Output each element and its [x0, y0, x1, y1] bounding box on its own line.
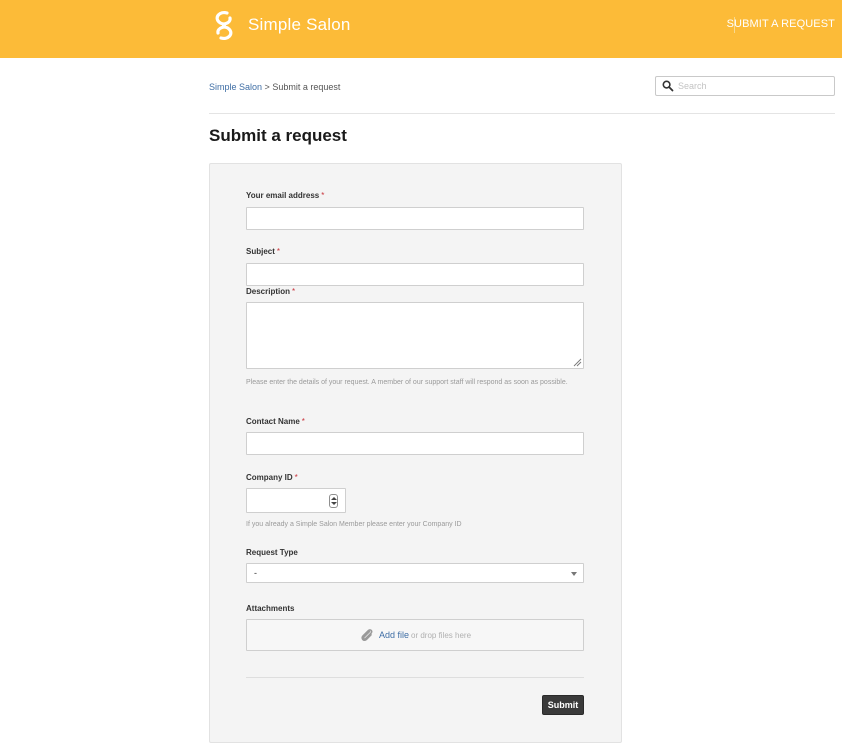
brand-name[interactable]: Simple Salon	[248, 15, 351, 35]
subject-field-wrapper	[246, 263, 584, 286]
paperclip-icon	[361, 629, 373, 642]
company-id-field[interactable]	[247, 489, 327, 512]
contact-name-field-wrapper	[246, 432, 584, 455]
submit-request-nav-link[interactable]: SUBMIT A REQUEST	[727, 18, 835, 30]
email-label: Your email address *	[246, 191, 325, 200]
contact-name-field[interactable]	[247, 433, 583, 454]
description-hint: Please enter the details of your request…	[246, 379, 568, 386]
subject-field[interactable]	[247, 264, 583, 285]
request-type-label: Request Type	[246, 548, 298, 557]
form-footer-divider	[246, 677, 584, 678]
request-type-selected-value: -	[254, 568, 257, 578]
required-mark: *	[321, 191, 325, 200]
required-mark: *	[294, 473, 298, 482]
attachments-dropzone[interactable]: Add file or drop files here	[246, 619, 584, 651]
description-field-wrapper	[246, 302, 584, 369]
company-id-hint: If you already a Simple Salon Member ple…	[246, 521, 462, 528]
stepper-up-icon[interactable]	[331, 497, 337, 500]
search-icon	[662, 80, 674, 92]
company-id-label: Company ID *	[246, 473, 298, 482]
breadcrumb-current: Submit a request	[272, 82, 341, 92]
contact-name-label: Contact Name *	[246, 417, 305, 426]
description-label: Description *	[246, 287, 296, 296]
stepper-down-icon[interactable]	[331, 502, 337, 505]
request-type-select[interactable]: -	[246, 563, 584, 583]
required-mark: *	[276, 247, 281, 256]
required-mark: *	[292, 287, 296, 296]
header-divider	[209, 113, 835, 114]
email-field[interactable]	[247, 208, 583, 229]
breadcrumb-home-link[interactable]: Simple Salon	[209, 82, 262, 92]
resize-grip-icon[interactable]	[573, 358, 582, 367]
number-stepper[interactable]	[329, 494, 338, 508]
page-title: Submit a request	[209, 126, 347, 145]
description-textarea[interactable]	[247, 303, 583, 368]
drop-files-text: or drop files here	[411, 631, 472, 640]
site-header: Simple Salon SUBMIT A REQUEST	[0, 0, 842, 58]
add-file-link[interactable]: Add file	[379, 630, 409, 640]
company-id-field-wrapper	[246, 488, 346, 513]
search-box[interactable]	[655, 76, 835, 96]
simple-salon-logo-icon[interactable]	[209, 9, 239, 42]
breadcrumb: Simple Salon > Submit a request	[209, 82, 340, 92]
email-field-wrapper	[246, 207, 584, 230]
subject-label: Subject *	[246, 247, 281, 256]
chevron-down-icon	[571, 572, 577, 576]
breadcrumb-separator: >	[264, 82, 270, 92]
search-input[interactable]	[678, 79, 828, 93]
submit-button[interactable]: Submit	[542, 695, 584, 715]
attachments-label: Attachments	[246, 604, 295, 613]
required-mark: *	[301, 417, 305, 426]
